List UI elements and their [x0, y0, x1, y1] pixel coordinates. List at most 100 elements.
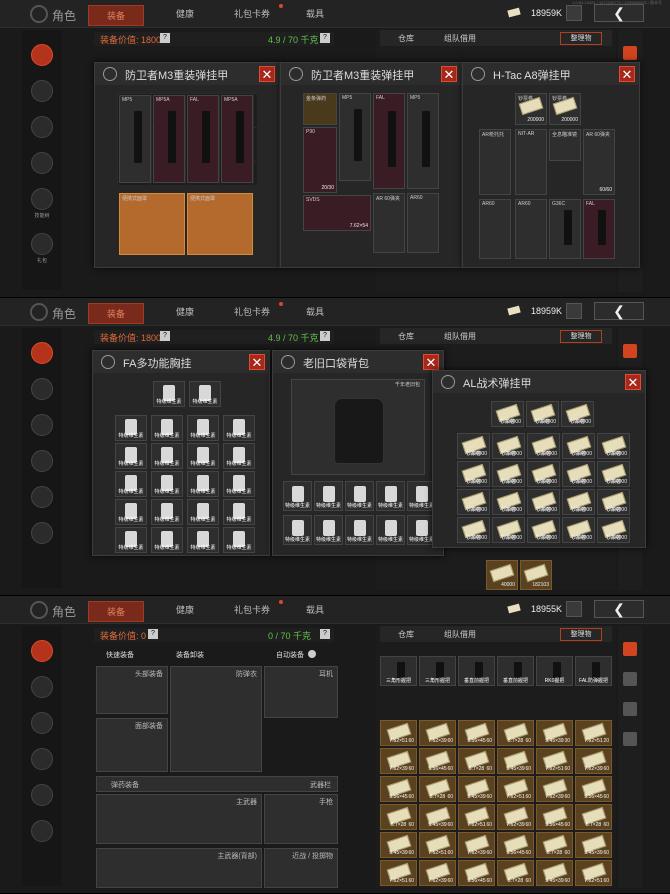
tab-team-borrow[interactable]: 组队借用 — [444, 629, 476, 640]
tab-vehicle[interactable]: 载具 — [306, 305, 324, 318]
inventory-slot[interactable]: 特级维生素 — [189, 381, 221, 407]
sidebar-gift-icon[interactable] — [31, 233, 53, 255]
filter-all-icon[interactable] — [623, 46, 637, 60]
inventory-slot[interactable]: 钞票卷 200000 — [597, 461, 630, 487]
inventory-slot[interactable]: 特级维生素 — [223, 443, 255, 469]
sidebar-bag-icon[interactable] — [31, 414, 53, 436]
inventory-slot[interactable]: 40000 — [486, 560, 518, 590]
inventory-slot[interactable]: 特级维生素 — [187, 415, 219, 441]
sidebar-equipment-icon[interactable] — [31, 44, 53, 66]
inventory-slot[interactable]: 钞票卷 200000 — [527, 461, 560, 487]
inventory-slot[interactable]: 钞票卷 200000 — [491, 401, 524, 427]
sidebar-equipment-icon[interactable] — [31, 640, 53, 662]
inventory-slot[interactable]: 特级维生素 — [376, 481, 405, 511]
inventory-slot[interactable]: 特级维生素 — [223, 527, 255, 553]
inventory-slot[interactable]: 特级维生素 — [115, 443, 147, 469]
inventory-slot[interactable]: 7.62×39 60 — [497, 804, 534, 830]
inventory-slot[interactable]: 钞票卷 200000 — [492, 461, 525, 487]
tab-health[interactable]: 健康 — [176, 7, 194, 20]
inventory-slot[interactable]: 钞票卷 200000 — [527, 517, 560, 543]
inventory-slot[interactable]: 垂直前握把 — [458, 656, 495, 686]
inventory-slot[interactable]: FAL防弹握把 — [575, 656, 612, 686]
inventory-slot[interactable]: 5.56×45 60 — [536, 804, 573, 830]
inventory-slot[interactable]: 钞票卷 200000 — [526, 401, 559, 427]
inventory-slot[interactable]: MP5A — [221, 95, 253, 183]
inventory-slot[interactable]: MP5A — [153, 95, 185, 183]
avatar[interactable] — [566, 601, 582, 617]
tab-team-borrow[interactable]: 组队借用 — [444, 33, 476, 44]
inventory-slot[interactable]: 5.45×39 30 — [536, 720, 573, 746]
close-button[interactable]: ✕ — [423, 354, 439, 370]
back-weapon-slot[interactable]: 主武器(背部) — [96, 848, 262, 888]
inventory-slot[interactable]: 特级维生素 — [314, 481, 343, 511]
inventory-slot[interactable]: 钞票卷 200000 — [549, 93, 581, 125]
inventory-slot[interactable]: 7.62×51 60 — [380, 860, 417, 886]
inventory-slot[interactable]: 7.62×39 60 — [419, 720, 456, 746]
inventory-slot[interactable]: 特级维生素 — [223, 415, 255, 441]
auto-equip-toggle[interactable]: 自动装备 — [276, 650, 304, 660]
inventory-slot[interactable]: 5.45×39 60 — [497, 748, 534, 774]
camera-icon[interactable] — [623, 732, 637, 746]
inventory-slot[interactable]: 特级维生素 — [187, 499, 219, 525]
inventory-slot[interactable]: 钞票卷 200000 — [597, 517, 630, 543]
ear-slot[interactable]: 耳机 — [264, 666, 338, 718]
inventory-slot[interactable]: P90 20/30 — [303, 127, 337, 193]
tab-gift[interactable]: 礼包卡券 — [234, 603, 270, 616]
inventory-slot[interactable]: 三角形握把 — [419, 656, 456, 686]
inventory-slot[interactable]: 三角形握把 — [380, 656, 417, 686]
inventory-slot[interactable]: 7.62×51 60 — [419, 832, 456, 858]
help-icon[interactable]: ? — [148, 629, 158, 639]
sort-button[interactable]: 整理物 — [560, 32, 602, 45]
inventory-slot[interactable]: 钞票卷 200000 — [562, 489, 595, 515]
close-button[interactable]: ✕ — [441, 66, 457, 82]
inventory-slot[interactable]: 特级维生素 — [151, 527, 183, 553]
inventory-slot[interactable]: 5.56×45 60 — [458, 860, 495, 886]
inventory-slot[interactable]: 全息瞄准镜 — [549, 129, 581, 161]
inventory-slot[interactable]: AR60 — [515, 199, 547, 259]
avatar[interactable] — [566, 5, 582, 21]
tab-equipment[interactable]: 装备 — [88, 5, 145, 26]
inventory-slot[interactable]: 特级维生素 — [223, 471, 255, 497]
inventory-slot[interactable]: 特级维生素 — [115, 471, 147, 497]
inventory-slot[interactable]: 特级维生素 — [376, 515, 405, 545]
inventory-slot[interactable]: 垂直前握把 — [497, 656, 534, 686]
inventory-slot[interactable]: 特级维生素 — [187, 443, 219, 469]
inventory-slot[interactable]: AR枪托托 — [479, 129, 511, 195]
back-button[interactable]: ❮ — [594, 4, 644, 22]
help-icon[interactable]: ? — [320, 331, 330, 341]
toggle-knob[interactable] — [308, 650, 316, 658]
inventory-slot[interactable]: 特级维生素 — [283, 481, 312, 511]
inventory-slot[interactable]: 特级维生素 — [115, 415, 147, 441]
inventory-slot[interactable]: FAL — [583, 199, 615, 259]
inventory-slot[interactable]: MP5 — [407, 93, 439, 189]
inventory-slot[interactable]: AR60 — [479, 199, 511, 259]
inventory-slot[interactable]: 5.7×28 60 — [380, 804, 417, 830]
sidebar-skill-icon[interactable] — [31, 784, 53, 806]
inventory-slot[interactable]: 特级维生素 — [115, 527, 147, 553]
sidebar-medical-icon[interactable] — [31, 676, 53, 698]
armor-slot[interactable]: 防弹衣 — [170, 666, 262, 772]
head-slot[interactable]: 头部装备 — [96, 666, 168, 714]
inventory-slot[interactable]: 特级维生素 — [345, 515, 374, 545]
inventory-slot[interactable]: RK0握把 — [536, 656, 573, 686]
inventory-slot[interactable]: 5.45×39 60 — [458, 776, 495, 802]
inventory-slot[interactable]: MP5 — [339, 93, 371, 181]
inventory-slot[interactable]: 7.62×39 60 — [380, 748, 417, 774]
sidebar-skill-icon[interactable] — [31, 486, 53, 508]
primary-weapon-slot[interactable]: 主武器 — [96, 794, 262, 844]
inventory-slot[interactable]: 便携式面罩 — [187, 193, 253, 255]
inventory-slot[interactable]: 钞票卷 200000 — [561, 401, 594, 427]
inventory-slot[interactable]: 5.45×39 60 — [419, 804, 456, 830]
inventory-slot[interactable]: 特级维生素 — [223, 499, 255, 525]
inventory-slot[interactable]: FAL — [187, 95, 219, 183]
sidebar-skill-icon[interactable] — [31, 188, 53, 210]
inventory-slot[interactable]: 182103 — [520, 560, 552, 590]
sidebar-gift-icon[interactable] — [31, 820, 53, 842]
sidebar-mail-icon[interactable] — [31, 748, 53, 770]
unequip-button[interactable]: 装备卸装 — [176, 650, 204, 660]
sort-button[interactable]: 整理物 — [560, 628, 602, 641]
inventory-slot[interactable]: 5.56×45 60 — [380, 776, 417, 802]
inventory-slot[interactable]: 钞票卷 200000 — [457, 461, 490, 487]
inventory-slot[interactable]: 5.7×28 60 — [497, 720, 534, 746]
inventory-slot[interactable]: 便携式面罩 — [119, 193, 185, 255]
